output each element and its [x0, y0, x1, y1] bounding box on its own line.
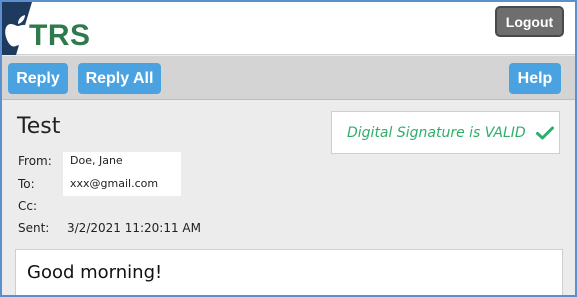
toolbar: Reply Reply All Help	[2, 56, 575, 100]
trs-logo: TRS	[2, 2, 90, 55]
address-box: Doe, Jane xxx@gmail.com	[63, 152, 181, 196]
sent-value: 3/2/2021 11:20:11 AM	[67, 221, 201, 235]
message-body: Good morning!	[15, 249, 563, 295]
logo-text: TRS	[29, 19, 91, 52]
to-value: xxx@gmail.com	[70, 177, 159, 190]
header-bar: TRS Logout	[2, 2, 575, 55]
cc-label: Cc:	[18, 199, 38, 213]
to-label: To:	[18, 177, 35, 191]
message-subject: Test	[17, 114, 61, 139]
from-value: Doe, Jane	[70, 154, 123, 167]
from-label: From:	[18, 154, 52, 168]
checkmark-icon	[535, 126, 554, 139]
help-button[interactable]: Help	[509, 63, 561, 94]
reply-button[interactable]: Reply	[8, 63, 68, 94]
reply-all-button[interactable]: Reply All	[78, 63, 161, 94]
signature-status-panel: Digital Signature is VALID	[331, 111, 560, 154]
app-window: TRS Logout Reply Reply All Help Test Dig…	[0, 0, 577, 297]
logout-button[interactable]: Logout	[495, 6, 564, 37]
signature-status-text: Digital Signature is VALID	[347, 124, 526, 141]
message-body-text: Good morning!	[27, 262, 163, 283]
sent-label: Sent:	[18, 221, 50, 235]
